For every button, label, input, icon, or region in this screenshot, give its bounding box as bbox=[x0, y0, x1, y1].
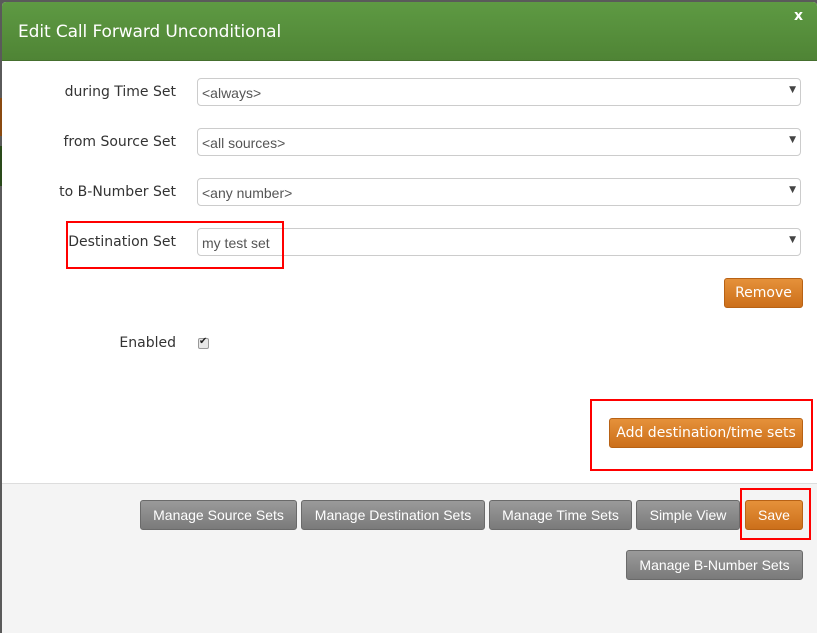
time-set-row: during Time Set <always> ▼ bbox=[2, 78, 817, 108]
checkmark-icon: ✔ bbox=[199, 336, 208, 347]
caret-down-icon: ▼ bbox=[789, 235, 796, 245]
modal-header: Edit Call Forward Unconditional x bbox=[2, 2, 817, 61]
destination-set-row: Destination Set my test set ▼ bbox=[2, 228, 817, 258]
time-set-value: <always> bbox=[202, 85, 262, 101]
time-set-label: during Time Set bbox=[64, 84, 176, 100]
destination-set-label: Destination Set bbox=[68, 234, 176, 250]
caret-down-icon: ▼ bbox=[789, 185, 796, 195]
enabled-checkbox[interactable]: ✔ bbox=[198, 336, 209, 349]
destination-set-value: my test set bbox=[202, 235, 270, 251]
source-set-label: from Source Set bbox=[63, 134, 176, 150]
caret-down-icon: ▼ bbox=[789, 135, 796, 145]
save-button[interactable]: Save bbox=[745, 500, 803, 530]
caret-down-icon: ▼ bbox=[789, 85, 796, 95]
remove-button[interactable]: Remove bbox=[724, 278, 803, 308]
source-set-select[interactable]: <all sources> ▼ bbox=[197, 128, 801, 156]
bnumber-set-select[interactable]: <any number> ▼ bbox=[197, 178, 801, 206]
manage-source-sets-button[interactable]: Manage Source Sets bbox=[140, 500, 297, 530]
bnumber-set-label: to B-Number Set bbox=[59, 184, 176, 200]
enabled-label: Enabled bbox=[119, 335, 176, 351]
manage-bnumber-sets-button[interactable]: Manage B-Number Sets bbox=[626, 550, 803, 580]
edit-call-forward-modal: Edit Call Forward Unconditional x during… bbox=[2, 2, 817, 633]
destination-set-select[interactable]: my test set ▼ bbox=[197, 228, 801, 256]
modal-footer: Manage Source Sets Manage Destination Se… bbox=[2, 483, 817, 633]
source-set-value: <all sources> bbox=[202, 135, 286, 151]
time-set-select[interactable]: <always> ▼ bbox=[197, 78, 801, 106]
close-button[interactable]: x bbox=[794, 8, 803, 24]
simple-view-button[interactable]: Simple View bbox=[636, 500, 740, 530]
manage-destination-sets-button[interactable]: Manage Destination Sets bbox=[301, 500, 485, 530]
bnumber-set-value: <any number> bbox=[202, 185, 293, 201]
bnumber-set-row: to B-Number Set <any number> ▼ bbox=[2, 178, 817, 208]
add-destination-time-sets-button[interactable]: Add destination/time sets bbox=[609, 418, 803, 448]
source-set-row: from Source Set <all sources> ▼ bbox=[2, 128, 817, 158]
modal-title: Edit Call Forward Unconditional bbox=[18, 22, 282, 42]
manage-time-sets-button[interactable]: Manage Time Sets bbox=[489, 500, 632, 530]
